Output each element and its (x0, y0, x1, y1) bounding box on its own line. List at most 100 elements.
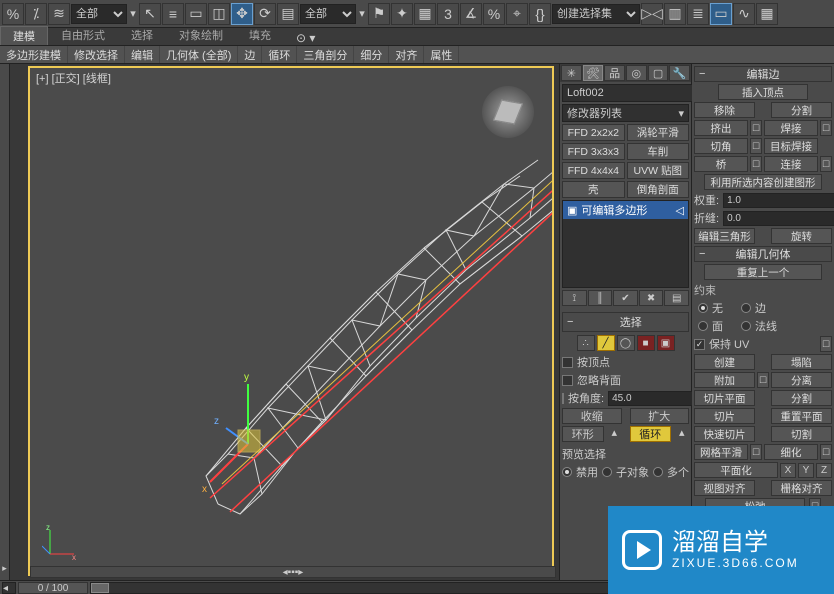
subobj-vertex-icon[interactable]: ∴ (577, 335, 595, 351)
stack-expand-icon[interactable]: ▣ (567, 204, 577, 217)
subribbon-tri[interactable]: 三角剖分 (297, 46, 354, 63)
btn-bridge-settings[interactable]: □ (750, 156, 762, 172)
btn-insert-vertex[interactable]: 插入顶点 (718, 84, 808, 100)
btn-uvw-map[interactable]: UVW 贴图 (627, 162, 690, 179)
select-name-icon[interactable]: ≡ (162, 3, 184, 25)
subribbon-edges[interactable]: 边 (238, 46, 262, 63)
btn-shrink[interactable]: 收缩 (562, 408, 622, 424)
btn-repeat-last[interactable]: 重复上一个 (704, 264, 822, 280)
configure-sets-icon[interactable]: ▤ (664, 290, 689, 306)
flyout-arrow-2-icon[interactable]: ▾ (357, 3, 367, 25)
btn-target-weld[interactable]: 目标焊接 (764, 138, 818, 154)
rollout-edit-edges[interactable]: −编辑边 (694, 66, 832, 82)
bind-icon[interactable]: ≋ (48, 3, 70, 25)
btn-turbosmooth[interactable]: 涡轮平滑 (627, 124, 690, 141)
subobj-border-icon[interactable]: ◯ (617, 335, 635, 351)
strip-expand-icon[interactable]: ▸ (0, 563, 9, 574)
btn-connect[interactable]: 连接 (764, 156, 818, 172)
spinner-snap-icon[interactable]: ⌖ (506, 3, 528, 25)
flyout-arrow-icon[interactable]: ▾ (128, 3, 138, 25)
btn-msmooth[interactable]: 网格平滑 (694, 444, 748, 460)
btn-create[interactable]: 创建 (694, 354, 755, 370)
btn-make-planar[interactable]: 平面化 (694, 462, 778, 478)
unlink-icon[interactable]: ⁒ (25, 3, 47, 25)
btn-cut[interactable]: 切割 (771, 426, 832, 442)
ribbon-tab-objectpaint[interactable]: 对象绘制 (166, 25, 236, 45)
show-end-result-icon[interactable]: ║ (588, 290, 613, 306)
btn-reset-plane[interactable]: 重置平面 (771, 408, 832, 424)
btn-loop[interactable]: 循环 (630, 426, 672, 442)
tab-modify-icon[interactable]: 🛠 (583, 65, 604, 81)
modifier-list-dropdown[interactable]: 修改器列表▾ (562, 104, 689, 122)
btn-lathe[interactable]: 车削 (627, 143, 690, 160)
remove-modifier-icon[interactable]: ✖ (639, 290, 664, 306)
ribbon-toggle-icon[interactable]: ▭ (710, 3, 732, 25)
ribbon-tab-freeform[interactable]: 自由形式 (48, 25, 118, 45)
btn-shell[interactable]: 壳 (562, 181, 625, 198)
manip-icon[interactable]: ✦ (391, 3, 413, 25)
btn-weld-settings[interactable]: □ (820, 120, 832, 136)
chk-preserve-uv[interactable]: ✓ (694, 339, 705, 350)
rollout-edit-geom[interactable]: −编辑几何体 (694, 246, 832, 262)
tab-utilities-icon[interactable]: 🔧 (669, 65, 690, 81)
subribbon-edit[interactable]: 编辑 (125, 46, 160, 63)
btn-msmooth-settings[interactable]: □ (750, 444, 762, 460)
rotate-icon[interactable]: ⟳ (254, 3, 276, 25)
tab-hierarchy-icon[interactable]: 品 (604, 65, 625, 81)
btn-attach[interactable]: 附加 (694, 372, 755, 388)
btn-ffd-3x3x3[interactable]: FFD 3x3x3 (562, 143, 625, 160)
btn-planar-z[interactable]: Z (816, 463, 832, 478)
link-icon[interactable]: % (2, 3, 24, 25)
select-icon[interactable]: ↖ (139, 3, 161, 25)
make-unique-icon[interactable]: ✔ (613, 290, 638, 306)
rad-edge[interactable] (741, 303, 751, 313)
viewport[interactable]: [+] [正交] [线框] (28, 66, 554, 576)
subribbon-subdiv[interactable]: 细分 (354, 46, 389, 63)
viewport-bottom-collapse[interactable]: ◂▪▪▪▸ (30, 566, 556, 578)
subobj-element-icon[interactable]: ▣ (657, 335, 675, 351)
rad-normal[interactable] (741, 321, 751, 331)
btn-slice-plane[interactable]: 切片平面 (694, 390, 755, 406)
btn-spin[interactable]: 旋转 (771, 228, 832, 244)
subribbon-polymodel[interactable]: 多边形建模 (0, 46, 68, 63)
subobj-polygon-icon[interactable]: ■ (637, 335, 655, 351)
btn-quickslice[interactable]: 快速切片 (694, 426, 755, 442)
btn-chamfer-settings[interactable]: □ (750, 138, 762, 154)
spinner-crease[interactable] (723, 211, 834, 226)
tab-motion-icon[interactable]: ◎ (626, 65, 647, 81)
subribbon-props[interactable]: 属性 (424, 46, 459, 63)
btn-tess-settings[interactable]: □ (820, 444, 832, 460)
btn-chamfer[interactable]: 切角 (694, 138, 748, 154)
rad-none[interactable] (698, 303, 708, 313)
radio-multi[interactable] (653, 467, 663, 477)
percent-snap-icon[interactable]: % (483, 3, 505, 25)
btn-view-align[interactable]: 视图对齐 (694, 480, 755, 496)
subribbon-loops[interactable]: 循环 (262, 46, 297, 63)
btn-planar-x[interactable]: X (780, 463, 796, 478)
scale-icon[interactable]: ▤ (277, 3, 299, 25)
window-crossing-icon[interactable]: ◫ (208, 3, 230, 25)
chk-by-vertex[interactable] (562, 357, 573, 368)
btn-tessellate[interactable]: 细化 (764, 444, 818, 460)
btn-slice[interactable]: 切片 (694, 408, 755, 424)
btn-grid-align[interactable]: 栅格对齐 (771, 480, 832, 496)
edit-named-sel-icon[interactable]: {} (529, 3, 551, 25)
ribbon-tab-selection[interactable]: 选择 (118, 25, 166, 45)
modifier-stack[interactable]: ▣ 可编辑多边形 ◁ (562, 200, 689, 288)
subribbon-align[interactable]: 对齐 (389, 46, 424, 63)
btn-preserve-uv-settings[interactable]: □ (820, 336, 832, 352)
btn-ring[interactable]: 环形 (562, 426, 604, 442)
btn-collapse[interactable]: 塌陷 (771, 354, 832, 370)
stack-item-bulb-icon[interactable]: ◁ (676, 204, 684, 217)
btn-planar-y[interactable]: Y (798, 463, 814, 478)
rad-face[interactable] (698, 321, 708, 331)
coord-icon[interactable]: ⚑ (368, 3, 390, 25)
keymode-icon[interactable]: ▦ (414, 3, 436, 25)
snap-3-icon[interactable]: 3 (437, 3, 459, 25)
btn-detach[interactable]: 分离 (771, 372, 832, 388)
layers-icon[interactable]: ≣ (687, 3, 709, 25)
ring-spinner-icon[interactable]: ▴ (612, 426, 622, 442)
btn-connect-settings[interactable]: □ (820, 156, 832, 172)
loop-spinner-icon[interactable]: ▴ (679, 426, 689, 442)
tab-create-icon[interactable]: ✳ (561, 65, 582, 81)
